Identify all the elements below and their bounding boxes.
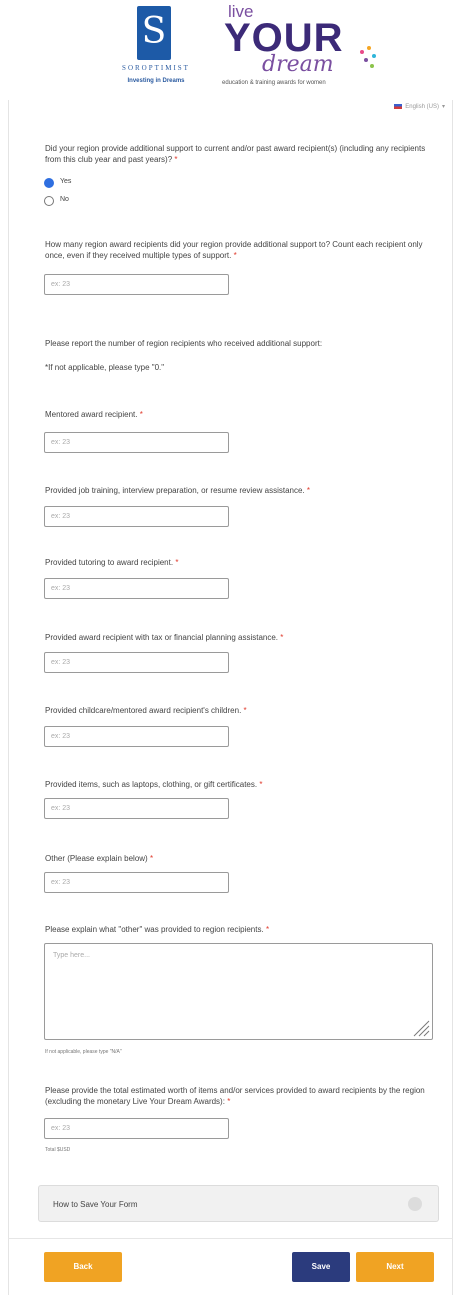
next-button[interactable]: Next xyxy=(356,1252,434,1282)
soroptimist-mark: S xyxy=(137,6,171,60)
question-mentored: Mentored award recipient. * xyxy=(45,410,143,419)
radio-yes[interactable] xyxy=(44,178,54,188)
live-your-dream-logo: live YOUR dream education & training awa… xyxy=(218,2,378,94)
soroptimist-logo: S SOROPTIMIST Investing in Dreams xyxy=(104,6,208,90)
support-intro-note: *If not applicable, please type "0." xyxy=(45,363,165,372)
question-tutoring: Provided tutoring to award recipient. * xyxy=(45,558,179,567)
total-worth-help: Total $USD xyxy=(45,1147,71,1153)
back-button[interactable]: Back xyxy=(44,1252,122,1282)
question-items: Provided items, such as laptops, clothin… xyxy=(45,780,263,789)
tax-assistance-input[interactable]: ex: 23 xyxy=(44,652,229,673)
language-label: English (US) xyxy=(405,103,439,110)
other-explain-help: If not applicable, please type "N/A" xyxy=(45,1049,122,1055)
tutoring-input[interactable]: ex: 23 xyxy=(44,578,229,599)
childcare-input[interactable]: ex: 23 xyxy=(44,726,229,747)
how-to-save-accordion[interactable]: How to Save Your Form xyxy=(38,1185,439,1222)
support-intro-text: Please report the number of region recip… xyxy=(45,339,323,348)
resize-handle-icon[interactable] xyxy=(412,1019,430,1037)
logo-dream-text: dream xyxy=(262,52,334,77)
question-job-training: Provided job training, interview prepara… xyxy=(45,486,311,495)
save-button[interactable]: Save xyxy=(292,1252,350,1282)
header: S SOROPTIMIST Investing in Dreams live Y… xyxy=(0,0,453,100)
radio-yes-label: Yes xyxy=(60,178,72,185)
radio-no[interactable] xyxy=(44,196,54,206)
language-selector[interactable]: English (US) ▾ xyxy=(394,103,445,110)
expand-icon[interactable] xyxy=(408,1197,422,1211)
chevron-down-icon: ▾ xyxy=(441,104,445,110)
logo-subtitle: education & training awards for women xyxy=(222,80,326,86)
question-childcare: Provided childcare/mentored award recipi… xyxy=(45,706,247,715)
total-worth-input[interactable]: ex: 23 xyxy=(44,1118,229,1139)
items-input[interactable]: ex: 23 xyxy=(44,798,229,819)
soroptimist-tagline: Investing in Dreams xyxy=(127,78,185,84)
logo-dots-icon xyxy=(358,46,378,76)
other-explain-textarea[interactable]: Type here... xyxy=(44,943,433,1040)
us-flag-icon xyxy=(394,104,403,109)
recipient-count-input[interactable]: ex: 23 xyxy=(44,274,229,295)
question-other: Other (Please explain below) * xyxy=(45,854,154,863)
mentored-input[interactable]: ex: 23 xyxy=(44,432,229,453)
question-additional-support: Did your region provide additional suppo… xyxy=(45,144,426,164)
other-input[interactable]: ex: 23 xyxy=(44,872,229,893)
radio-no-label: No xyxy=(60,196,69,203)
question-other-explain: Please explain what "other" was provided… xyxy=(45,925,270,934)
job-training-input[interactable]: ex: 23 xyxy=(44,506,229,527)
question-total-worth: Please provide the total estimated worth… xyxy=(45,1086,425,1106)
accordion-label: How to Save Your Form xyxy=(53,1200,138,1209)
footer-divider xyxy=(8,1238,453,1239)
soroptimist-name: SOROPTIMIST xyxy=(122,64,190,72)
question-recipient-count: How many region award recipients did you… xyxy=(45,240,423,260)
question-tax-assistance: Provided award recipient with tax or fin… xyxy=(45,633,284,642)
